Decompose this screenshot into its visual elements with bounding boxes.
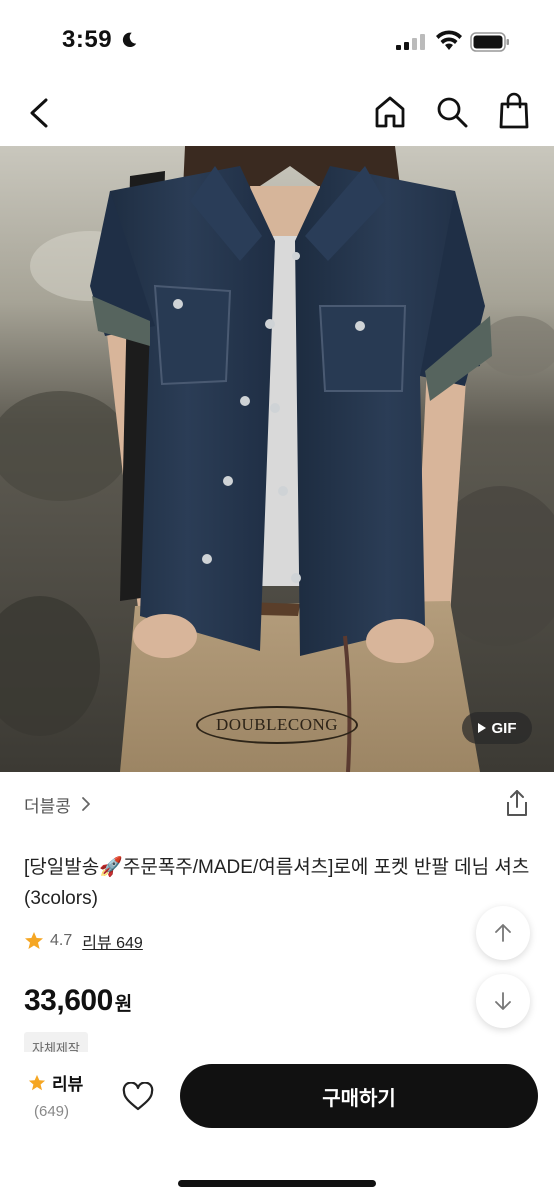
gif-badge[interactable]: GIF [462,712,532,744]
home-indicator [178,1180,376,1187]
share-icon[interactable] [504,788,530,818]
moon-icon [122,32,137,48]
brand-row[interactable]: 더블콩 [24,786,530,822]
bottom-action-bar: 리뷰 (649) 구매하기 [0,1052,554,1200]
product-photo [0,146,554,772]
star-icon [28,1074,46,1090]
heart-icon[interactable] [122,1082,154,1112]
review-link[interactable]: 리뷰 649 [82,929,143,953]
currency: 원 [114,994,133,1015]
buy-button[interactable]: 구매하기 [180,1064,538,1128]
brand-watermark: DOUBLECONG [196,706,358,744]
product-title: [당일발송🚀주문폭주/MADE/여름셔츠]로에 포켓 반팔 데님 셔츠(3col… [24,857,530,909]
top-nav [0,80,554,146]
rating-value: 4.7 [50,932,73,949]
bottom-review-count: (649) [34,1103,70,1120]
bottom-review-label: 리뷰 [52,1075,84,1094]
home-icon[interactable] [372,94,408,130]
scroll-down-button[interactable] [476,974,530,1028]
status-time: 3:59 [62,26,113,53]
search-icon[interactable] [434,94,470,130]
battery-icon [470,32,509,52]
play-icon [477,723,486,733]
signal-icon [396,34,425,50]
wifi-icon [436,30,462,50]
arrow-down-icon [495,992,511,1010]
product-image[interactable] [0,146,554,772]
arrow-up-icon [495,924,511,942]
star-icon [25,932,43,949]
bottom-review-summary[interactable]: 리뷰 (649) [28,1070,98,1120]
shopping-bag-icon[interactable] [496,92,532,130]
gif-label: GIF [491,719,517,737]
rating-row: 4.7 리뷰 649 [24,928,143,954]
brand-name[interactable]: 더블콩 [24,792,71,817]
back-arrow-icon[interactable] [24,94,56,132]
status-bar: 3:59 [0,0,554,80]
scroll-up-button[interactable] [476,906,530,960]
chevron-right-icon [82,797,90,811]
price-row: 33,600 원 [24,984,132,1018]
price: 33,600 [24,984,113,1017]
